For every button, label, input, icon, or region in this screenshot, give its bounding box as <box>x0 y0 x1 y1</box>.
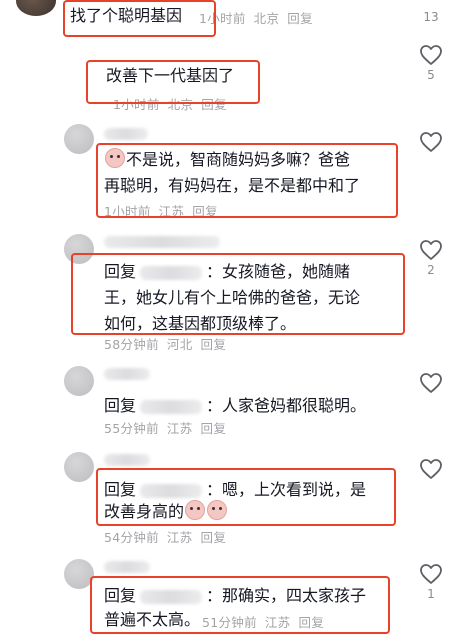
comment-time: 58分钟前 <box>104 337 159 352</box>
comment-time: 1小时前 <box>199 11 246 26</box>
username-blurred <box>140 483 203 498</box>
comment-text: 不是说，智商随妈妈多嘛？爸爸 <box>104 147 350 172</box>
heart-outline-icon[interactable] <box>419 563 443 585</box>
comment-time: 1小时前 <box>104 204 151 219</box>
comment-text: 如何，这基因都顶级棒了。 <box>104 314 297 333</box>
username-blurred <box>104 236 220 248</box>
heart-outline-icon[interactable] <box>419 44 443 66</box>
reply-link[interactable]: 回复 <box>287 11 313 26</box>
avatar[interactable] <box>64 452 94 482</box>
comment-text: 改善下一代基因了 <box>106 66 235 85</box>
username-blurred <box>104 128 148 140</box>
crying-face-emoji-icon <box>185 500 206 520</box>
comment-meta: 1小时前 北京 回复 <box>199 8 313 27</box>
avatar[interactable] <box>64 124 94 154</box>
crying-face-emoji-icon <box>105 148 125 168</box>
heart-outline-icon[interactable] <box>419 239 443 261</box>
reply-link[interactable]: 回复 <box>201 97 227 112</box>
like-button[interactable]: 5 <box>416 44 446 82</box>
like-count: 13 <box>423 10 439 24</box>
comment-location: 北京 <box>253 11 280 26</box>
reply-link[interactable]: 回复 <box>201 421 227 436</box>
comment-meta: 51分钟前 江苏 回复 <box>202 612 324 631</box>
comment-time: 55分钟前 <box>104 421 159 436</box>
reply-link[interactable]: 回复 <box>201 530 227 545</box>
comment-text: 回复 ：那确实，四太家孩子 <box>104 586 367 605</box>
avatar[interactable] <box>16 0 56 16</box>
reply-link[interactable]: 回复 <box>201 337 227 352</box>
comment-meta: 54分钟前 江苏 回复 <box>104 527 226 546</box>
avatar[interactable] <box>64 559 94 589</box>
heart-outline-icon[interactable] <box>419 458 443 480</box>
like-count: 1 <box>427 587 435 601</box>
avatar[interactable] <box>64 234 94 264</box>
comment-text: 再聪明，有妈妈在，是不是都中和了 <box>104 176 361 195</box>
like-button[interactable]: 2 <box>416 239 446 277</box>
heart-outline-icon[interactable] <box>419 372 443 394</box>
comment-text: 回复 ：人家爸妈都很聪明。 <box>104 396 367 415</box>
like-button[interactable]: 13 <box>416 0 446 24</box>
crying-face-emoji-icon <box>207 500 228 520</box>
heart-outline-icon[interactable] <box>419 131 443 153</box>
avatar[interactable] <box>64 366 94 396</box>
comment-meta: 1小时前 江苏 回复 <box>104 201 218 220</box>
username-blurred <box>140 589 203 604</box>
like-button[interactable] <box>416 372 446 394</box>
comment-text: 改善身高的 <box>104 499 228 524</box>
reply-link[interactable]: 回复 <box>299 615 325 630</box>
comment-meta: 58分钟前 河北 回复 <box>104 334 226 353</box>
like-count: 5 <box>427 68 435 82</box>
comment-time: 51分钟前 <box>202 615 257 630</box>
like-button[interactable] <box>416 458 446 480</box>
comment-text: 回复 ：女孩随爸，她随赌 <box>104 262 351 281</box>
comment-location: 江苏 <box>158 204 185 219</box>
username-blurred <box>104 454 150 466</box>
like-button[interactable] <box>416 131 446 153</box>
comment-location: 江苏 <box>166 530 193 545</box>
comment-meta: 1小时前 北京 回复 <box>113 94 227 113</box>
username-blurred <box>140 399 203 414</box>
comment-text: 王，她女儿有个上哈佛的爸爸，无论 <box>104 288 361 307</box>
comment-meta: 55分钟前 江苏 回复 <box>104 418 226 437</box>
like-count: 2 <box>427 263 435 277</box>
username-blurred <box>140 265 203 280</box>
comment-text: 普遍不太高。 <box>104 610 201 629</box>
username-blurred <box>104 368 150 380</box>
reply-link[interactable]: 回复 <box>192 204 218 219</box>
comment-time: 1小时前 <box>113 97 160 112</box>
comment-location: 江苏 <box>264 615 291 630</box>
comment-location: 北京 <box>167 97 194 112</box>
comment-text: 找了个聪明基因 <box>70 6 183 25</box>
username-blurred <box>104 561 150 573</box>
comment-location: 江苏 <box>166 421 193 436</box>
comment-location: 河北 <box>166 337 193 352</box>
like-button[interactable]: 1 <box>416 563 446 601</box>
comment-time: 54分钟前 <box>104 530 159 545</box>
